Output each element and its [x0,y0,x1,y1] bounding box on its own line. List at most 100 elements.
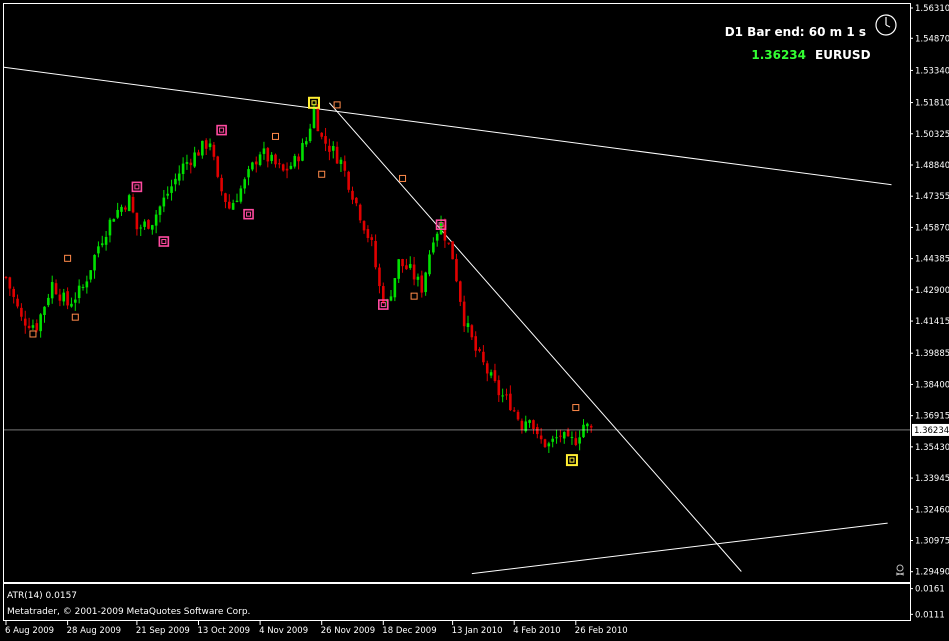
bull-candle [108,219,112,236]
fractal-minor-marker [71,313,79,321]
fractal-major-marker [243,208,254,220]
bear-candle [12,288,15,297]
date-tick-label: 13 Jan 2010 [452,626,503,636]
bull-candle [305,141,308,145]
bear-candle [216,156,220,177]
bull-candle [112,219,116,222]
bear-candle [124,207,127,210]
trendline [329,102,742,572]
bull-candle [239,188,243,202]
bear-candle [35,323,39,331]
bear-candle [493,370,497,381]
fractal-major-marker [131,181,143,193]
bull-candle [158,206,162,215]
bear-candle [497,380,501,396]
bear-candle [20,307,23,317]
bear-candle [335,146,339,164]
fractal-major-inner [219,127,225,133]
bear-candle [320,132,323,137]
time-axis[interactable]: 6 Aug 2009 28 Aug 2009 21 Sep 2009 13 Oct 2… [5,621,628,636]
date-tick-label: 4 Feb 2010 [513,626,561,636]
copyright-label: Metatrader, © 2001-2009 MetaQuotes Softw… [7,607,250,617]
current-price-tag-label: 1.36234 [914,426,949,436]
bear-candle [358,204,362,221]
bear-candle [66,291,69,306]
bull-candle [97,246,100,254]
bull-candle [570,436,574,438]
bull-candle [270,154,273,161]
bear-candle [366,229,370,238]
bull-candle [208,143,212,148]
fractal-minor-marker [572,404,580,412]
bull-candle [174,178,177,185]
atr-indicator: 0.0161 0.0111 [910,585,945,620]
skull-icon [895,564,905,576]
bear-candle [228,201,231,209]
bar-end-timer: D1 Bar end: 60 m 1 s [725,25,866,39]
bear-candle [512,410,516,412]
bull-candle [466,323,470,328]
bear-candle [254,161,258,165]
bull-candle [127,195,131,212]
price-tick-label: 1.33945 [915,474,949,484]
bear-candle [278,163,281,165]
fractal-minor-marker [399,174,407,182]
bull-candle [258,154,262,166]
fractal-extreme-marker [565,454,578,467]
bull-candle [301,142,304,161]
bear-candle [281,164,285,171]
bull-candle [154,214,158,226]
bear-candle [478,349,481,351]
bull-candle [31,325,35,328]
bear-candle [370,237,374,240]
bull-candle [39,314,42,332]
trendline [4,66,892,186]
bull-candle [77,285,81,299]
bull-candle [143,221,146,227]
bull-candle [231,202,235,210]
fractal-minor-marker [333,101,341,109]
bull-candle [312,107,316,128]
bull-candle [397,259,400,279]
price-chart[interactable]: 1.36234 1.56310 1.54870 1.53340 1.51810 1.50… [0,0,949,637]
bid-price: 1.36234 [751,48,806,62]
bear-candle [224,193,227,202]
trendlines[interactable] [2,66,892,575]
bull-candle [551,438,554,442]
bear-candle [455,258,458,282]
bear-candle [297,156,300,162]
bull-candle [547,443,551,447]
fractal-major-inner [161,239,167,245]
bull-candle [104,236,108,245]
bear-candle [347,171,350,190]
bull-candle [308,128,312,142]
bull-candle [555,437,558,439]
fractal-minor-marker [29,330,37,338]
bear-candle [462,301,466,327]
bear-candle [4,276,8,278]
bear-candle [505,394,508,396]
bull-candle [81,286,85,288]
bear-candle [532,420,535,429]
fractal-major-marker [158,236,170,247]
fractal-major-inner [246,211,252,217]
bear-candle [204,140,208,149]
bear-candle [324,136,327,144]
bull-candle [393,278,397,298]
metatrader-chart-window[interactable]: 1.36234 1.56310 1.54870 1.53340 1.51810 1.50… [0,0,949,637]
price-tick-label: 1.51810 [915,99,949,109]
bull-candle [85,281,89,288]
date-tick-label: 4 Nov 2009 [259,626,308,636]
bull-candle [262,148,266,154]
bull-candle [243,179,246,189]
bull-candle [408,264,412,268]
bear-candle [559,435,562,437]
price-axis[interactable]: 1.56310 1.54870 1.53340 1.51810 1.50325 1.488… [910,4,949,578]
date-tick-label: 26 Feb 2010 [575,626,628,636]
bear-candle [355,197,358,204]
bull-candle [293,155,297,167]
bear-candle [16,298,19,307]
bear-candle [378,267,381,287]
clock-icon [875,14,897,36]
bull-candle [435,233,439,241]
